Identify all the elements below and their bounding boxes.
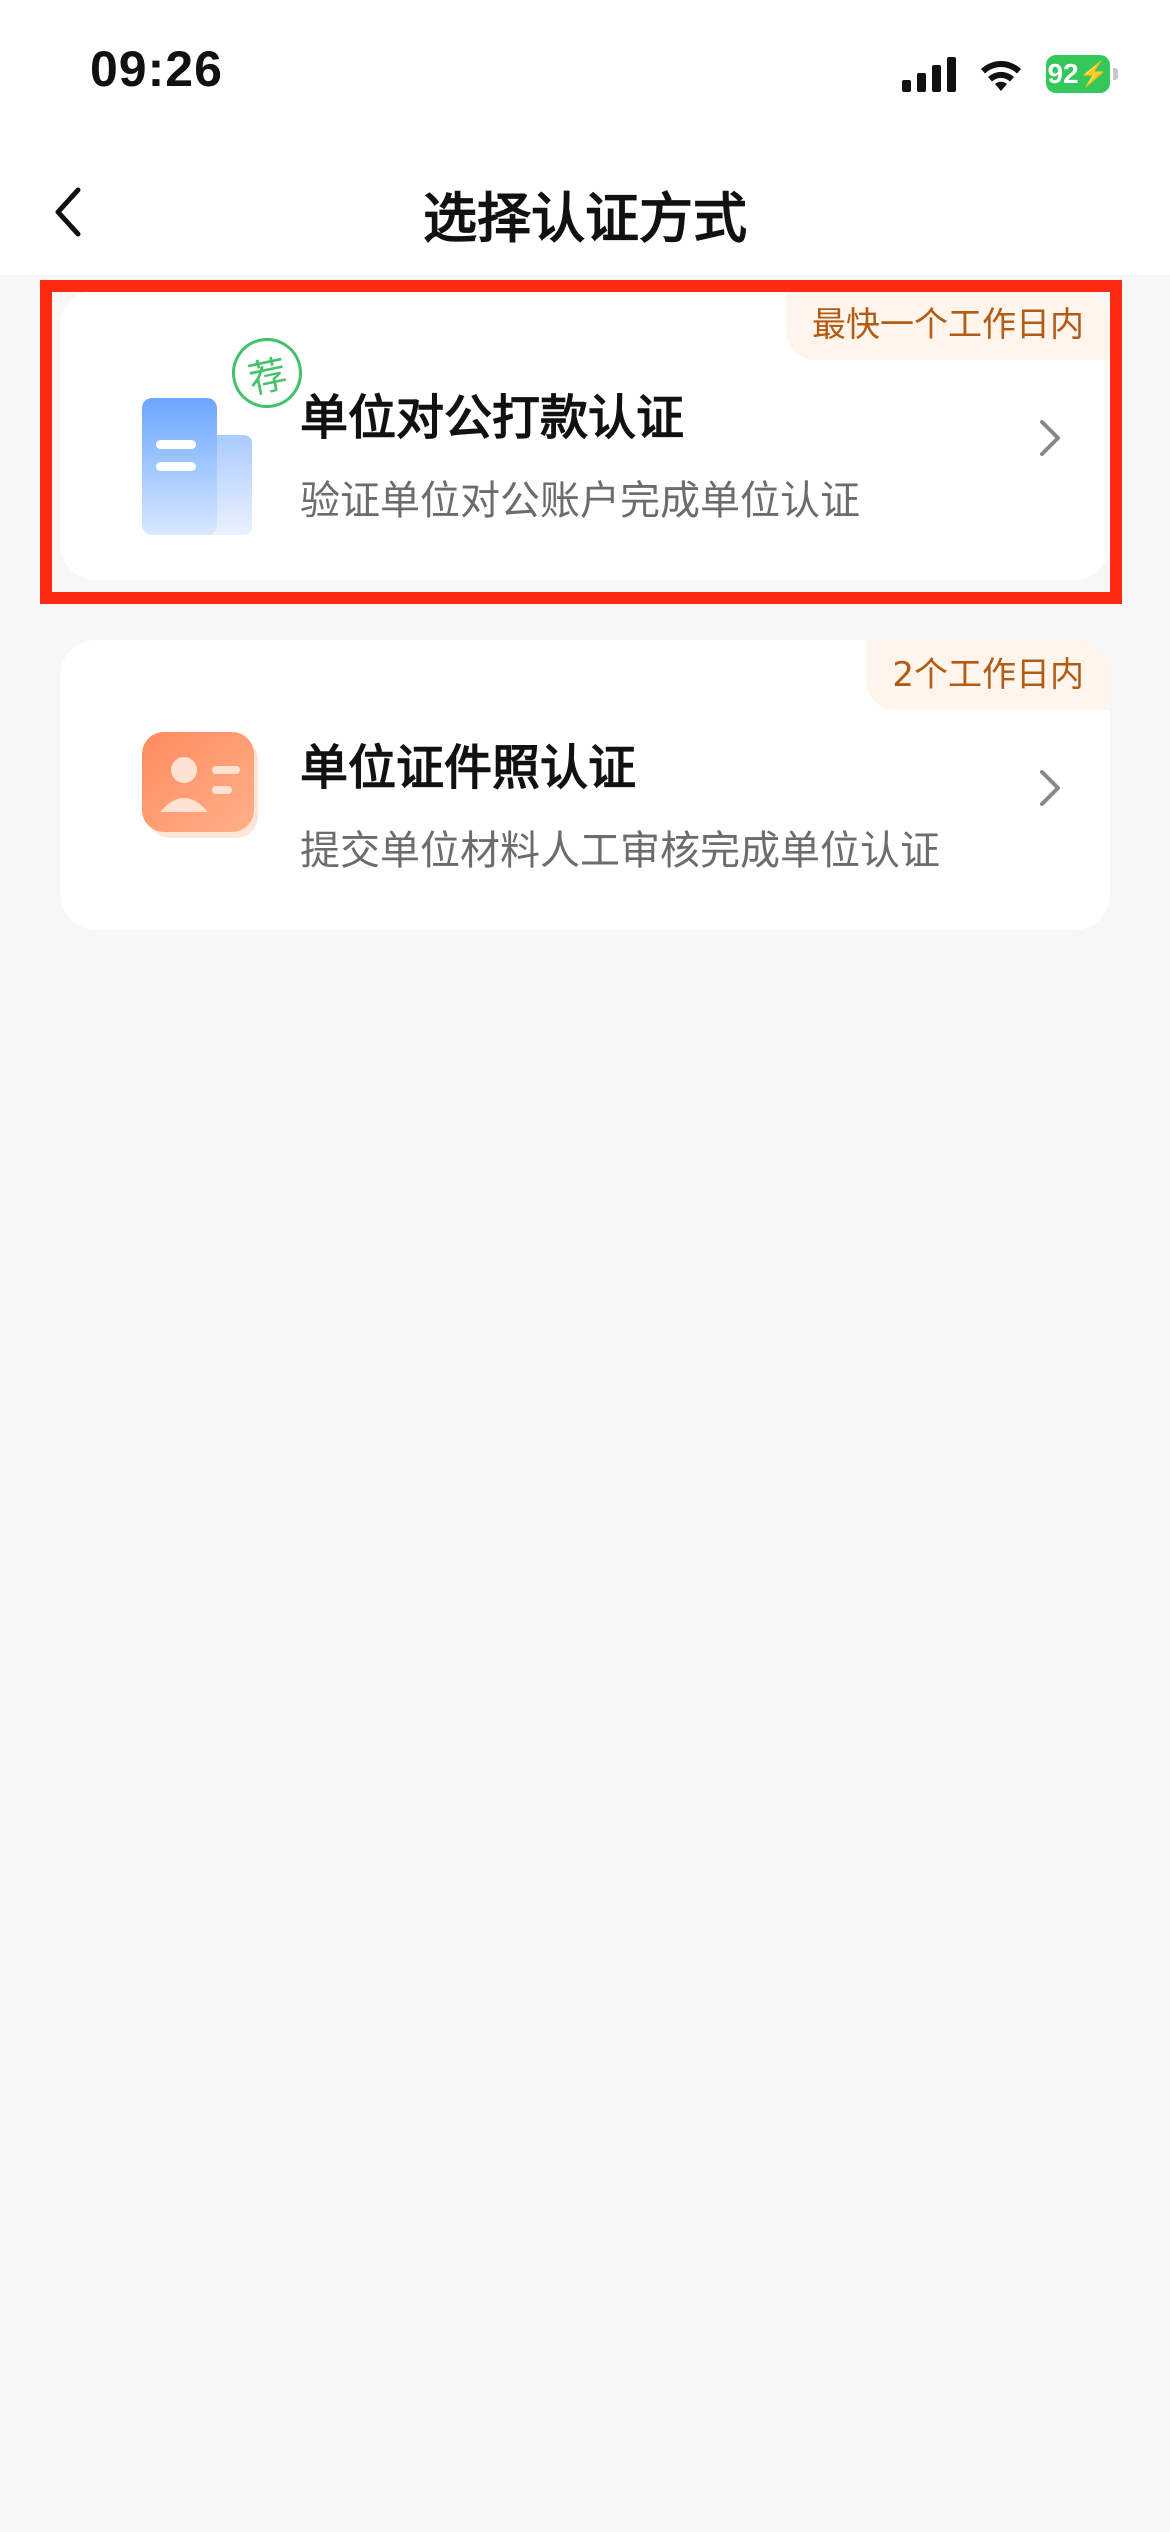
duration-tag: 2个工作日内 (866, 640, 1110, 710)
signal-icon (902, 56, 956, 92)
status-bar: 09:26 92 ⚡ (0, 0, 1170, 150)
chevron-right-icon (1040, 770, 1060, 806)
battery-charging-icon: 92 ⚡ (1046, 55, 1118, 93)
nav-bar: 选择认证方式 (0, 150, 1170, 275)
battery-level: 92 (1047, 58, 1079, 89)
page-title: 选择认证方式 (423, 187, 747, 250)
option-card-certificate[interactable]: 2个工作日内 单位证件照认证 提交单位材料人工审核完成单位认证 (60, 640, 1110, 930)
option-subtitle: 提交单位材料人工审核完成单位认证 (300, 828, 940, 874)
highlight-box (40, 280, 1122, 604)
status-icons: 92 ⚡ (902, 52, 1118, 96)
wifi-icon (981, 61, 1021, 91)
option-title: 单位证件照认证 (300, 740, 637, 796)
status-time: 09:26 (90, 41, 223, 97)
id-card-icon (142, 732, 258, 838)
